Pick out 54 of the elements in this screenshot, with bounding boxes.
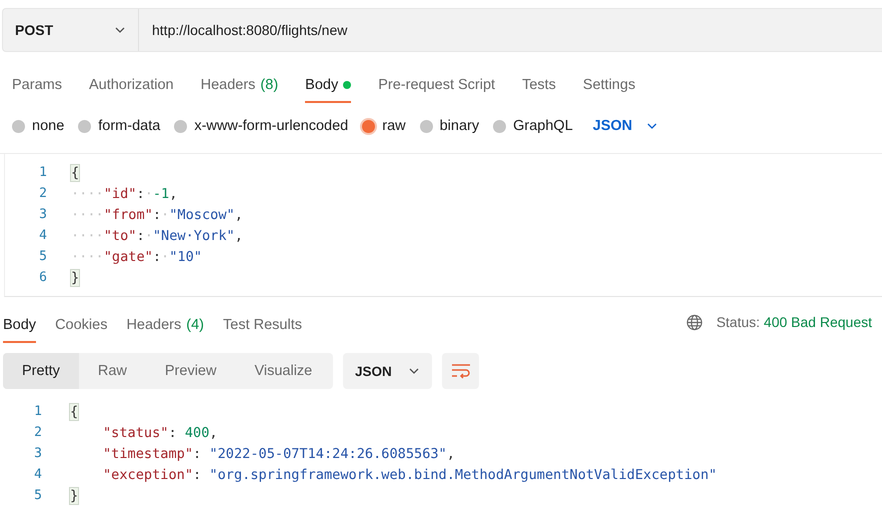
radio-label: none — [32, 118, 64, 134]
radio-button[interactable] — [174, 120, 188, 132]
radio-label: binary — [440, 118, 480, 134]
radio-label: raw — [382, 118, 406, 134]
response-tab[interactable]: Headers (4) — [126, 305, 204, 343]
line-number: 6 — [38, 270, 47, 285]
radio-button[interactable] — [493, 120, 506, 132]
wrap-icon — [450, 363, 470, 379]
line-number: 5 — [33, 488, 42, 503]
method-dropdown[interactable]: POST — [3, 9, 139, 51]
line-number: 5 — [38, 249, 47, 264]
request-tab[interactable]: Settings — [582, 65, 636, 103]
request-tab[interactable]: Tests — [522, 65, 556, 103]
status-label: Status: — [716, 314, 760, 330]
radio-button[interactable] — [78, 120, 92, 132]
request-tab[interactable]: Authorization — [88, 65, 174, 103]
view-mode-button[interactable]: Visualize — [235, 353, 332, 389]
code-line: "exception": "org.springframework.web.bind.MethodArgumentNotValidException" — [102, 466, 717, 482]
response-tab[interactable]: Cookies — [55, 305, 108, 343]
request-tab[interactable]: Params — [12, 65, 62, 103]
line-number: 4 — [33, 467, 42, 482]
radio-button[interactable] — [12, 120, 25, 132]
request-tab[interactable]: Pre-request Script — [378, 65, 496, 103]
line-number: 2 — [38, 186, 47, 201]
url-field[interactable]: http://localhost:8080/flights/new — [139, 9, 348, 51]
code-line: ····"from":·"Moscow", — [71, 206, 243, 222]
view-mode-button[interactable]: Preview — [146, 353, 236, 389]
radio-label: x-www-form-urlencoded — [194, 118, 348, 134]
code-line: "status": 400, — [102, 424, 218, 440]
code-line: ····"id":·-1, — [71, 186, 178, 202]
line-number: 3 — [33, 446, 42, 461]
format-dropdown[interactable]: JSON — [343, 353, 432, 389]
view-mode-button[interactable]: Raw — [78, 353, 146, 389]
response-tab[interactable]: Test Results — [223, 305, 302, 343]
request-tab[interactable]: Body — [305, 65, 352, 103]
response-tab[interactable]: Body — [3, 305, 36, 343]
line-number: 3 — [38, 207, 47, 222]
line-number: 1 — [38, 165, 47, 180]
code-line: ····"gate":·"10" — [71, 248, 202, 264]
globe-icon — [686, 314, 704, 330]
line-number: 1 — [33, 404, 42, 419]
code-line: "timestamp": "2022-05-07T14:24:26.6085563", — [102, 446, 455, 462]
request-tab[interactable]: Headers (8) — [200, 65, 278, 103]
code-line: ····"to":·"New·York", — [71, 228, 243, 244]
radio-button[interactable] — [362, 120, 376, 132]
line-number: 4 — [38, 228, 47, 243]
view-mode-button[interactable]: Pretty — [3, 353, 79, 389]
status-value: 400 Bad Request — [764, 314, 872, 330]
radio-button[interactable] — [420, 120, 433, 132]
radio-label: form-data — [98, 118, 160, 134]
format-dropdown[interactable]: JSON — [592, 118, 658, 134]
line-number: 2 — [33, 425, 42, 440]
wrap-lines-button[interactable] — [442, 353, 479, 389]
radio-label: GraphQL — [513, 118, 573, 134]
